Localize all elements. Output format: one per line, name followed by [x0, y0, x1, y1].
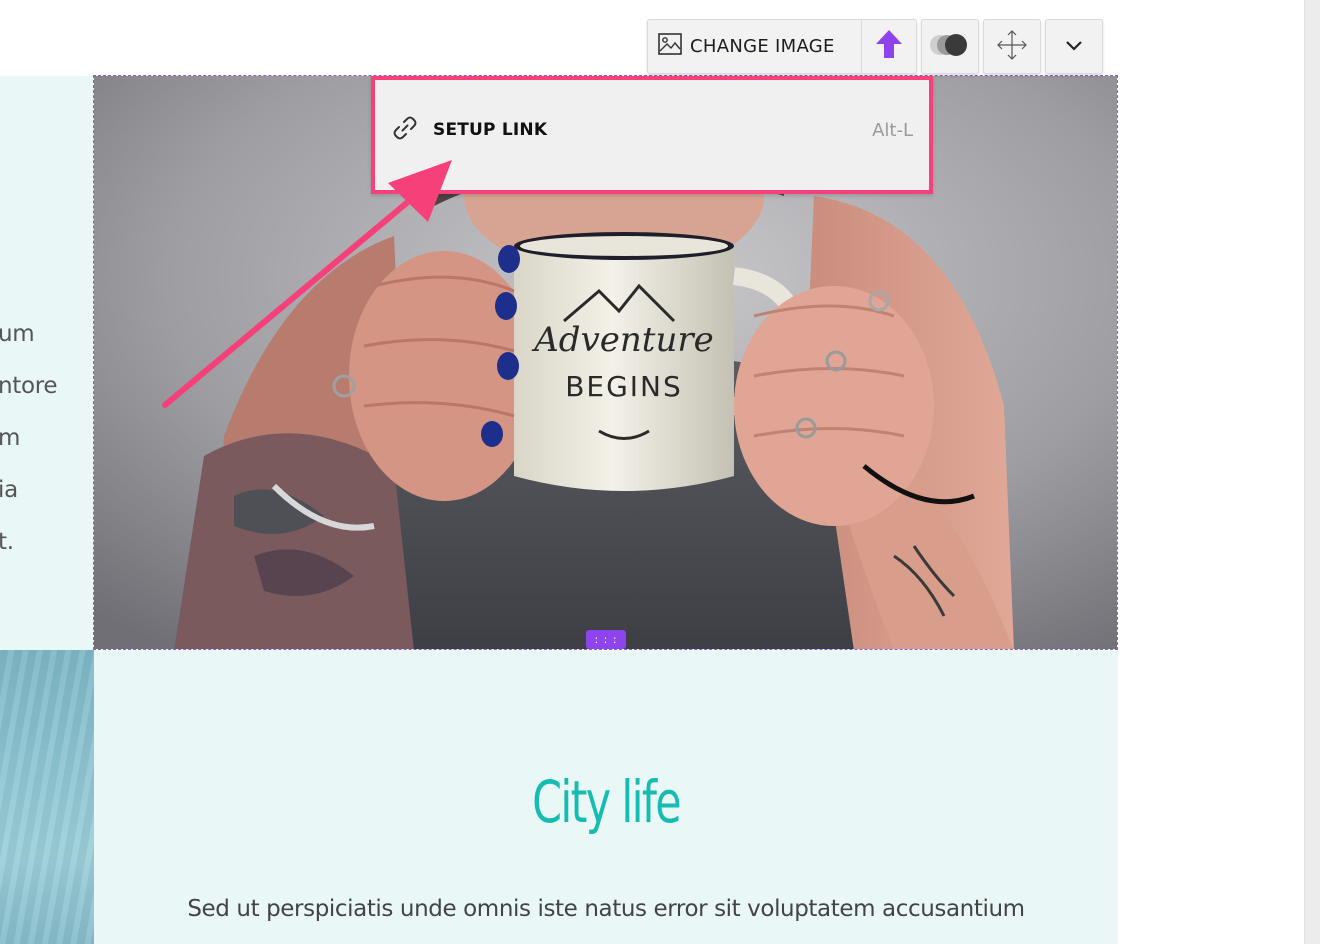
- section-title: City life: [532, 768, 681, 836]
- more-group: [1044, 19, 1103, 74]
- page-scrollbar[interactable]: [1304, 0, 1320, 944]
- left-image-block[interactable]: [0, 650, 94, 944]
- left-text-line: t.: [0, 529, 14, 555]
- chevron-down-icon: [1065, 39, 1083, 57]
- left-text-line: ntore: [0, 373, 58, 399]
- left-text-line: ia: [0, 477, 18, 503]
- opacity-toggle-icon: [929, 32, 971, 63]
- opacity-group: [920, 19, 979, 74]
- editor-canvas: um ntore m ia t. Adventure BEGINS::: …: [0, 0, 1320, 944]
- more-options-button[interactable]: [1046, 20, 1102, 73]
- image-toolbar: CHANGE IMAGE: [647, 19, 1103, 74]
- change-image-label: CHANGE IMAGE: [690, 36, 835, 57]
- setup-link-label: SETUP LINK: [433, 120, 548, 140]
- setup-link-shortcut: Alt-L: [872, 119, 913, 141]
- image-icon: [658, 33, 682, 60]
- left-text-line: um: [0, 321, 35, 347]
- change-image-button[interactable]: CHANGE IMAGE: [648, 20, 861, 73]
- left-text-line: m: [0, 425, 21, 451]
- link-icon: [391, 114, 419, 147]
- opacity-toggle-button[interactable]: [922, 20, 978, 73]
- left-text-panel: um ntore m ia t.: [0, 76, 94, 650]
- drag-handle-icon[interactable]: : : :: [586, 630, 626, 649]
- change-image-group: CHANGE IMAGE: [647, 19, 917, 74]
- upload-button[interactable]: [860, 20, 916, 73]
- svg-text:BEGINS: BEGINS: [565, 370, 683, 403]
- setup-link-menu-item[interactable]: SETUP LINK Alt-L: [391, 110, 915, 150]
- move-arrows-icon: [995, 28, 1029, 67]
- move-button[interactable]: [984, 20, 1040, 73]
- move-group: [982, 19, 1041, 74]
- content-section: City life Sed ut perspiciatis unde omnis…: [94, 650, 1118, 944]
- svg-text:Adventure: Adventure: [531, 320, 713, 360]
- section-body-text: Sed ut perspiciatis unde omnis iste natu…: [187, 896, 1025, 922]
- upload-arrow-icon: [874, 28, 904, 65]
- setup-link-menu: SETUP LINK Alt-L: [371, 76, 933, 194]
